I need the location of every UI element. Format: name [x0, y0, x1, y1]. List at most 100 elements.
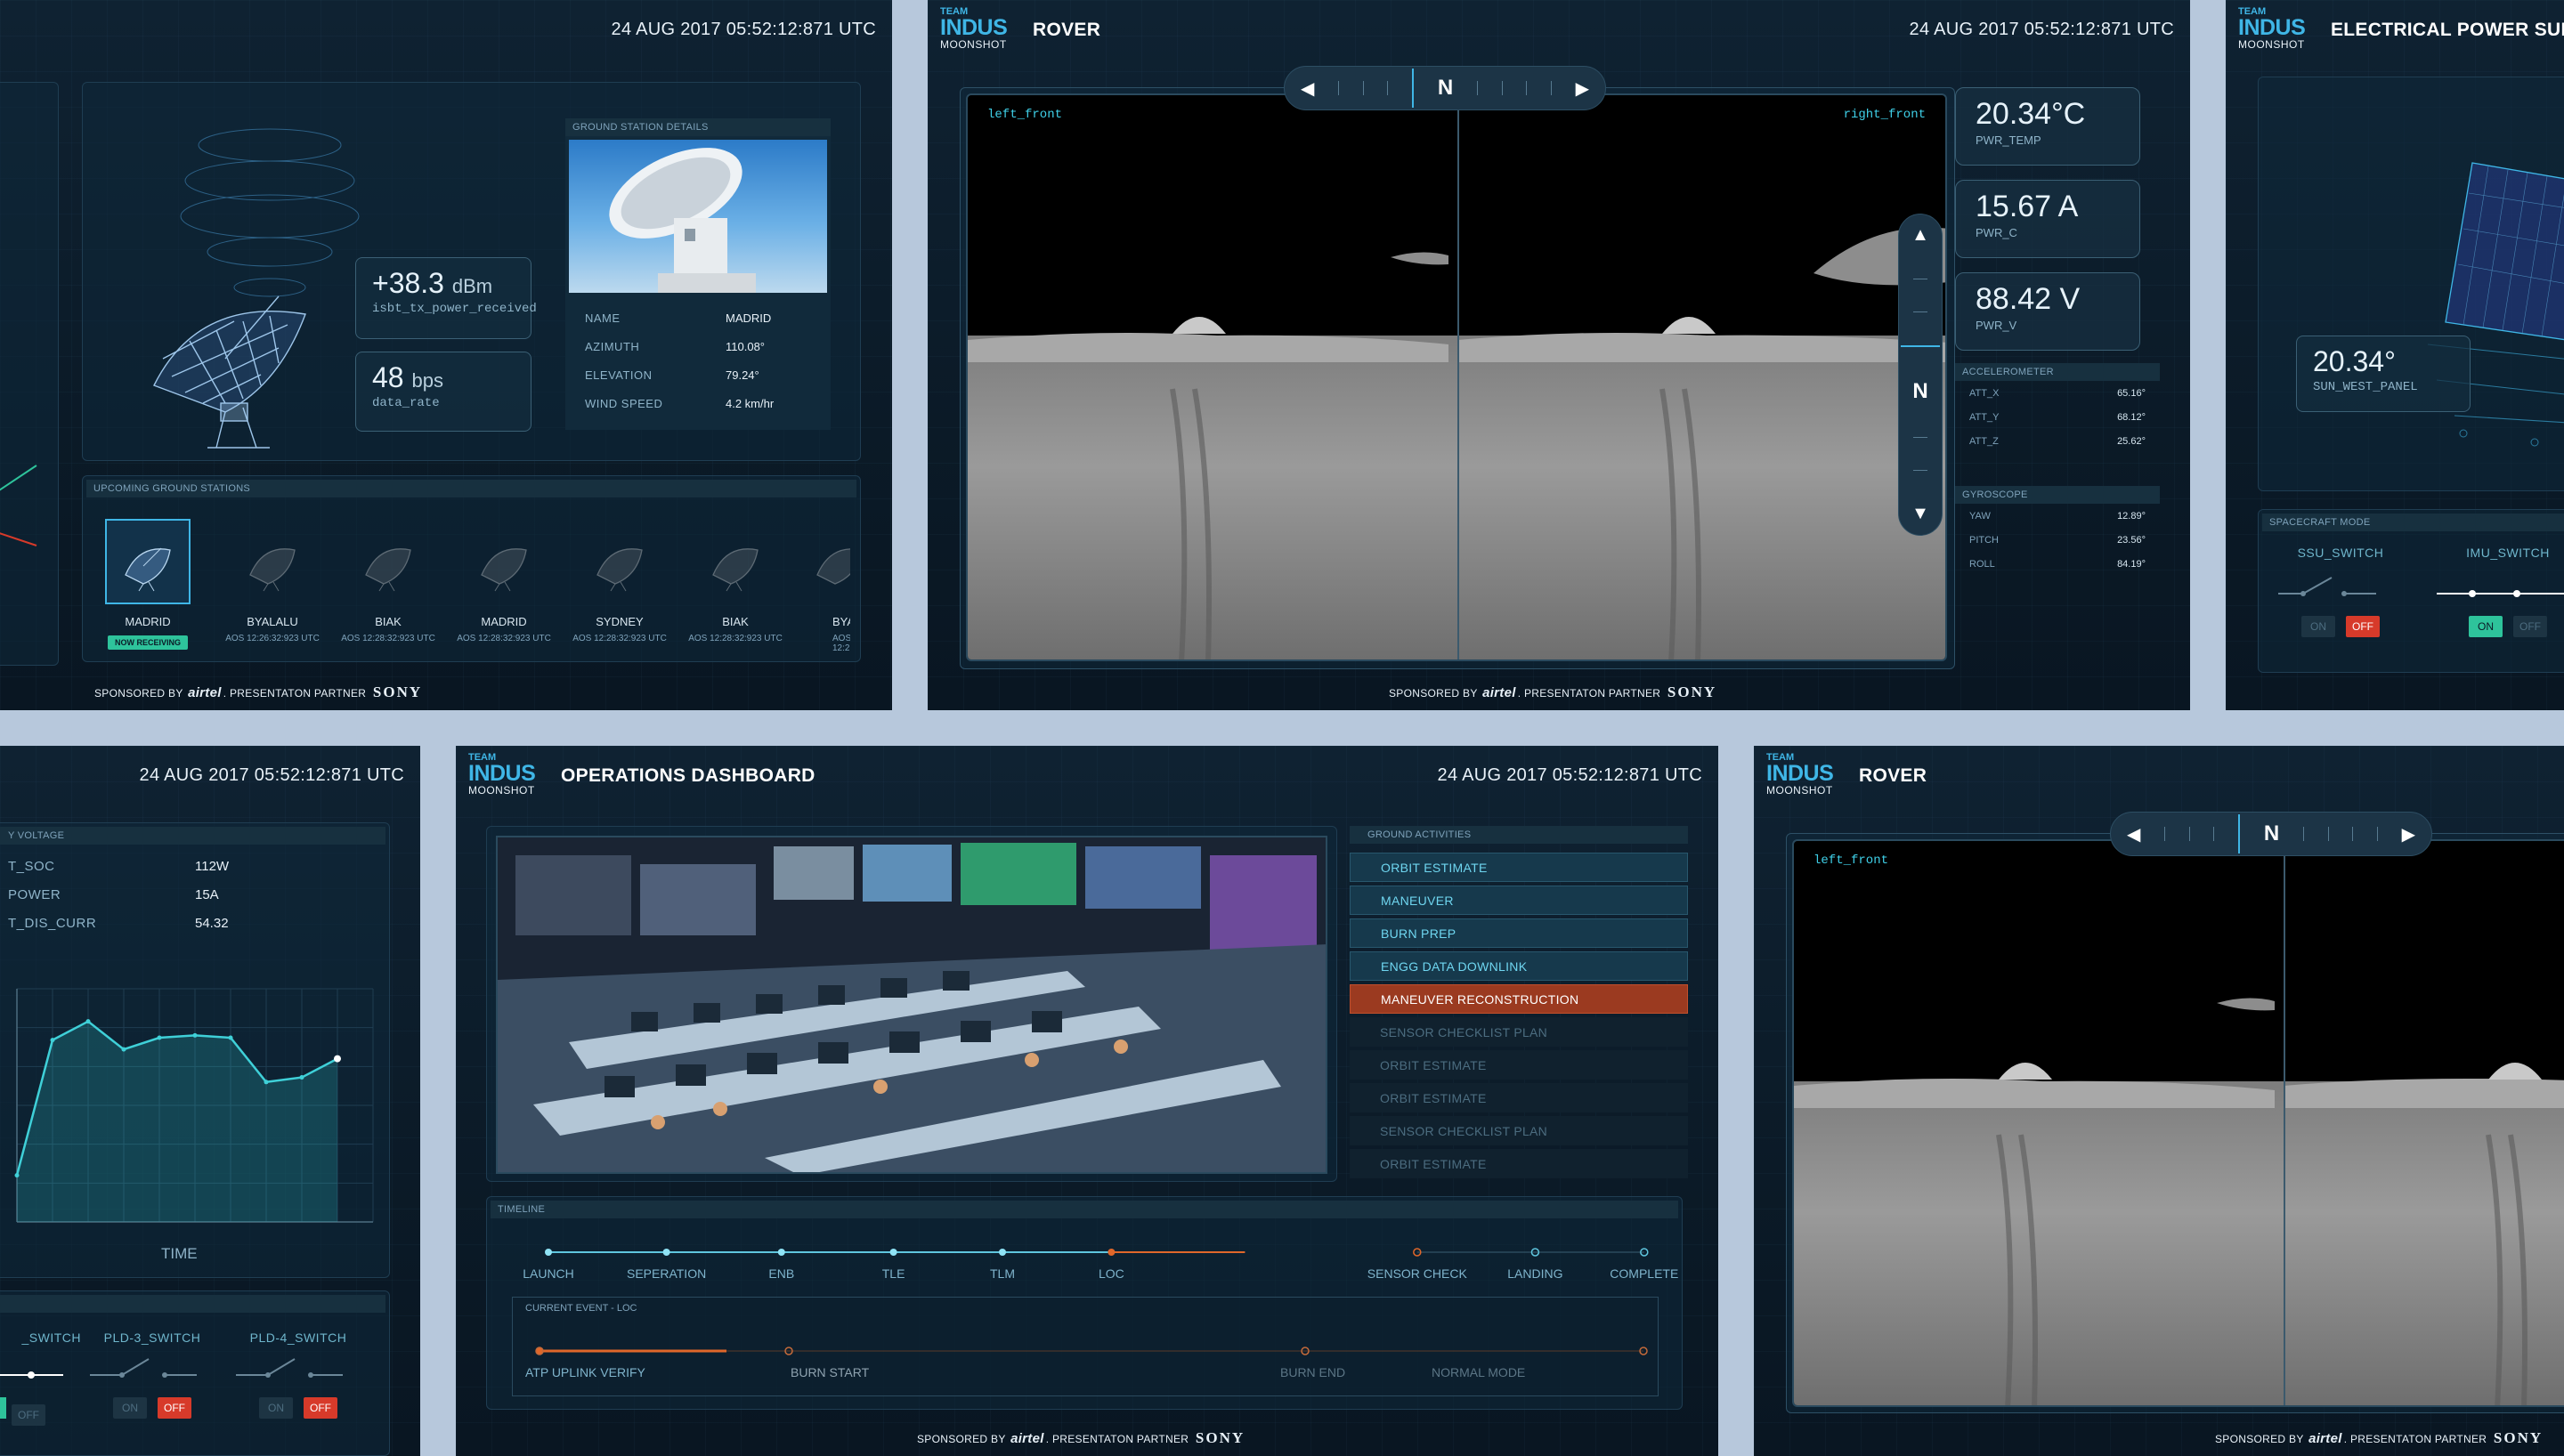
compass-tick: [1476, 81, 1478, 95]
switch-on-button-partial[interactable]: [0, 1397, 6, 1419]
ground-activity-item[interactable]: SENSOR CHECKLIST PLAN: [1350, 1116, 1688, 1145]
switch-open-icon: [90, 1358, 197, 1378]
pitch-up-arrow-icon[interactable]: ▲: [1911, 225, 1929, 246]
compass-tick: [1501, 81, 1503, 95]
accel-row: ATT_Z 25.62°: [1955, 429, 2160, 453]
imu-switch[interactable]: IMU_SWITCH ON OFF: [2437, 546, 2564, 637]
voltage-row: T_SOC 112W: [8, 852, 373, 880]
payload-switch[interactable]: _SWITCH OFF: [0, 1331, 81, 1426]
station-details-table: NAME MADRID AZIMUTH 110.08° ELEVATION 79.24…: [565, 296, 831, 425]
left-partial-box: [0, 82, 59, 666]
timeline-node[interactable]: [777, 1249, 785, 1256]
timeline-node[interactable]: [545, 1249, 552, 1256]
logo-line3: MOONSHOT: [2238, 38, 2305, 51]
airtel-logo: airtel: [1482, 685, 1516, 700]
logo-line2: INDUS: [1766, 761, 1834, 786]
pld3-switch[interactable]: PLD-3_SWITCH ON OFF: [90, 1331, 215, 1419]
switch-off-button[interactable]: OFF: [2513, 616, 2547, 637]
logo-line2: INDUS: [2238, 15, 2306, 40]
station-name: BYALALU: [247, 615, 298, 628]
timeline-node[interactable]: [889, 1249, 897, 1256]
station-card[interactable]: BYALALU AOS 12:26:32:923 UTC: [218, 519, 327, 643]
timestamp: 24 AUG 2017 05:52:12:871 UTC: [611, 20, 876, 39]
station-card[interactable]: BYA AOS 12:2: [797, 519, 850, 653]
row-key: ATT_Z: [1969, 435, 1999, 447]
voltage-row: POWER 15A: [8, 880, 373, 909]
heading-compass[interactable]: ◀ N ▶: [2110, 812, 2432, 856]
switch-off-button[interactable]: OFF: [304, 1397, 337, 1419]
switch-on-button[interactable]: ON: [2469, 616, 2503, 637]
row-value: 68.12°: [2117, 411, 2146, 423]
row-key: ROLL: [1969, 558, 1995, 570]
timeline-node[interactable]: [1108, 1249, 1116, 1256]
switch-closed-icon: [0, 1371, 63, 1379]
timeline-label: LOC: [1098, 1266, 1124, 1281]
switch-on-button[interactable]: ON: [2301, 616, 2335, 637]
airtel-logo: airtel: [1010, 1431, 1044, 1446]
mission-timeline: LAUNCH SEPERATION ENB TLE TLM LOC SENSOR CHECK…: [487, 1197, 1684, 1295]
ground-activity-item[interactable]: ORBIT ESTIMATE: [1350, 1083, 1688, 1112]
switch-on-button[interactable]: ON: [259, 1397, 293, 1419]
detail-value: 110.08°: [726, 339, 765, 353]
page-title: ELECTRICAL POWER SUBSY: [2331, 20, 2564, 40]
switch-section-header: [0, 1295, 385, 1313]
sponsor-line: SPONSORED BY airtel. PRESENTATON PARTNER…: [94, 684, 422, 701]
solar-panel-wireframe-icon: [2427, 162, 2564, 447]
mission-control-feed-box: [486, 826, 1337, 1182]
detail-row: NAME MADRID: [585, 303, 811, 332]
event-track: [535, 1347, 1648, 1355]
station-card[interactable]: MADRID NOW RECEIVING: [93, 519, 202, 650]
stat-key: PWR_TEMP: [1976, 133, 2041, 147]
row-key: ATT_X: [1969, 387, 2000, 399]
ground-activity-item[interactable]: ORBIT ESTIMATE: [1350, 1050, 1688, 1080]
sony-logo: SONY: [1667, 684, 1717, 700]
pld4-switch[interactable]: PLD-4_SWITCH ON OFF: [236, 1331, 361, 1419]
ssu-switch[interactable]: SSU_SWITCH ON OFF: [2278, 546, 2403, 637]
compass-tick: [2188, 827, 2190, 841]
sponsor-prefix: SPONSORED BY: [2215, 1433, 2304, 1445]
compass-right-arrow-icon[interactable]: ▶: [1576, 77, 1589, 100]
ground-activity-item[interactable]: SENSOR CHECKLIST PLAN: [1350, 1017, 1688, 1047]
switch-off-button[interactable]: OFF: [12, 1404, 45, 1426]
row-value: 23.56°: [2117, 534, 2146, 546]
ground-activity-item[interactable]: MANEUVER: [1350, 886, 1688, 915]
ground-activity-item[interactable]: MANEUVER RECONSTRUCTION: [1350, 984, 1688, 1014]
timestamp: 24 AUG 2017 05:52:12:871 UTC: [1437, 765, 1702, 785]
timeline-node[interactable]: [662, 1249, 670, 1256]
ground-activity-item[interactable]: ENGG DATA DOWNLINK: [1350, 951, 1688, 981]
compass-right-arrow-icon[interactable]: ▶: [2402, 823, 2415, 845]
gyroscope-table: GYROSCOPE YAW 12.89° PITCH 23.56° ROLL 84.1…: [1955, 486, 2160, 576]
ground-activity-item[interactable]: BURN PREP: [1350, 918, 1688, 948]
switch-off-button[interactable]: OFF: [158, 1397, 191, 1419]
camera-view: left_front right_front: [966, 93, 1947, 661]
event-node[interactable]: [535, 1347, 544, 1355]
event-label: BURN START: [791, 1365, 870, 1379]
upcoming-stations-title: UPCOMING GROUND STATIONS: [86, 480, 856, 497]
station-card[interactable]: SYDNEY AOS 12:28:32:923 UTC: [565, 519, 674, 643]
row-key: ATT_Y: [1969, 411, 2000, 423]
logo-line3: MOONSHOT: [468, 784, 535, 797]
compass-heading: N: [2263, 821, 2280, 845]
station-card[interactable]: MADRID AOS 12:28:32:923 UTC: [450, 519, 558, 643]
timeline-node[interactable]: [999, 1249, 1006, 1256]
ground-activity-item[interactable]: ORBIT ESTIMATE: [1350, 1149, 1688, 1178]
pitch-down-arrow-icon[interactable]: ▼: [1911, 504, 1929, 524]
camera-label-right: right_front: [1843, 108, 1926, 122]
compass-left-arrow-icon[interactable]: ◀: [2127, 823, 2140, 845]
station-card[interactable]: BIAK AOS 12:28:32:923 UTC: [681, 519, 790, 643]
heading-compass[interactable]: ◀ N ▶: [1284, 66, 1606, 110]
gyro-row: ROLL 84.19°: [1955, 552, 2160, 576]
control-room-image: [498, 837, 1326, 1172]
sony-logo: SONY: [2493, 1429, 2544, 1446]
station-aos: AOS 12:26:32:923 UTC: [225, 634, 320, 643]
switch-off-button[interactable]: OFF: [2346, 616, 2380, 637]
compass-left-arrow-icon[interactable]: ◀: [1301, 77, 1314, 100]
station-card[interactable]: BIAK AOS 12:28:32:923 UTC: [334, 519, 442, 643]
ground-activity-item[interactable]: ORBIT ESTIMATE: [1350, 853, 1688, 882]
switch-name: SSU_SWITCH: [2297, 546, 2384, 560]
pitch-heading: N: [1912, 379, 1928, 404]
pitch-slider[interactable]: ▲ N ▼: [1898, 214, 1943, 536]
row-value: 84.19°: [2117, 558, 2146, 570]
station-name: BIAK: [722, 615, 749, 628]
switch-on-button[interactable]: ON: [113, 1397, 147, 1419]
